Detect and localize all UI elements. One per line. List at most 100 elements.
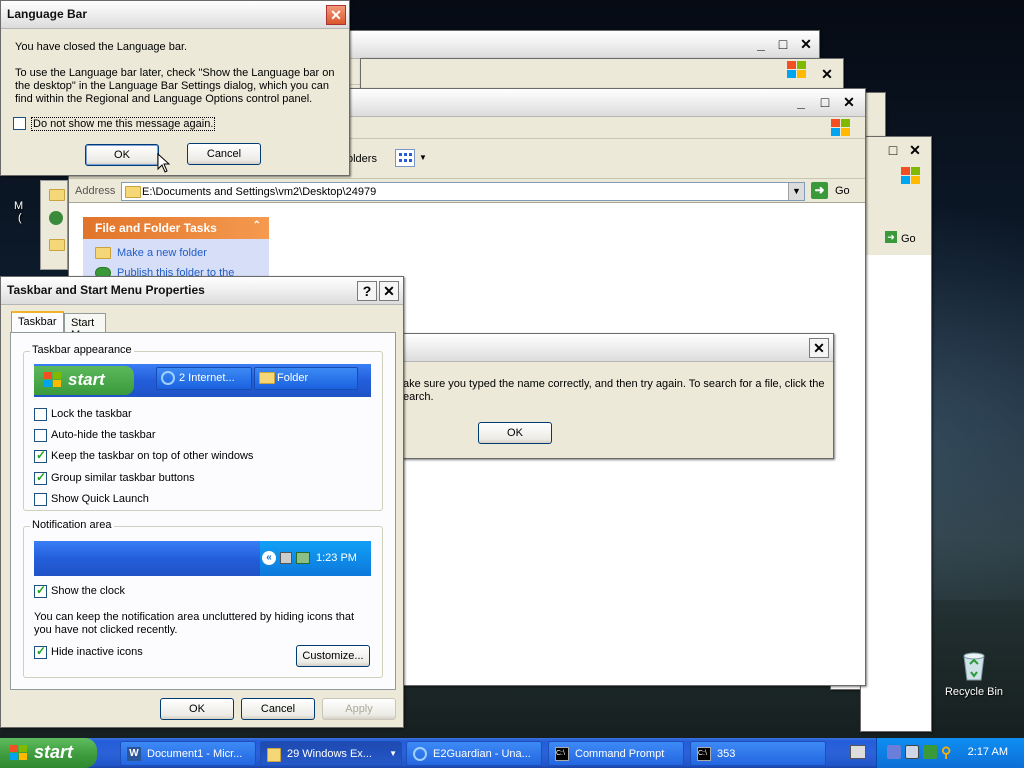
quick-launch-checkbox[interactable]: [34, 493, 47, 506]
keep-on-top-label[interactable]: Keep the taskbar on top of other windows: [51, 450, 253, 462]
file-folder-tasks-title: File and Folder Tasks: [95, 221, 217, 235]
hide-inactive-label[interactable]: Hide inactive icons: [51, 646, 143, 658]
network-icon[interactable]: [887, 745, 901, 759]
close-button[interactable]: ✕: [326, 5, 346, 25]
dont-show-checkbox[interactable]: [13, 117, 26, 130]
lock-taskbar-label[interactable]: Lock the taskbar: [51, 408, 132, 420]
notification-preview: « 1:23 PM: [34, 541, 371, 576]
search-icon[interactable]: ⚲: [941, 745, 955, 759]
address-value: E:\Documents and Settings\vm2\Desktop\24…: [142, 186, 377, 198]
show-hidden-icons-icon: «: [262, 551, 276, 565]
auto-hide-checkbox[interactable]: [34, 429, 47, 442]
windows-logo-icon: [44, 372, 62, 388]
windows-logo-icon: [10, 745, 28, 761]
cancel-button[interactable]: Cancel: [187, 143, 261, 165]
folders-button-label[interactable]: olders: [347, 153, 377, 165]
go-button[interactable]: ➜ Go: [811, 182, 859, 200]
recycle-bin-icon: [963, 652, 985, 681]
maximize-button[interactable]: □: [773, 35, 793, 55]
error-message: ake sure you typed the name correctly, a…: [403, 378, 827, 404]
cancel-button[interactable]: Cancel: [241, 698, 315, 720]
go-arrow-icon: ➜: [811, 182, 828, 199]
explorer-window-back-4: □ ✕ ➜ Go: [860, 136, 932, 732]
help-button[interactable]: ?: [357, 281, 377, 301]
maximize-button[interactable]: □: [883, 141, 903, 161]
close-button[interactable]: ✕: [379, 281, 399, 301]
ie-icon: [161, 371, 175, 385]
address-label: Address: [75, 185, 116, 197]
taskbar-properties-dialog: Taskbar and Start Menu Properties ? ✕ Ta…: [0, 276, 404, 728]
new-folder-icon: [95, 247, 111, 260]
mouse-cursor-icon: [157, 153, 171, 173]
customize-button[interactable]: Customize...: [296, 645, 370, 667]
group-buttons-label[interactable]: Group similar taskbar buttons: [51, 472, 195, 484]
ok-button[interactable]: OK: [85, 144, 159, 166]
views-dropdown-icon[interactable]: ▼: [419, 153, 427, 162]
ok-button[interactable]: OK: [478, 422, 552, 444]
minimize-button[interactable]: _: [791, 93, 811, 113]
quick-launch-label[interactable]: Show Quick Launch: [51, 493, 149, 505]
close-button[interactable]: ✕: [809, 338, 829, 358]
close-button[interactable]: ✕: [796, 35, 816, 55]
preview-folder-label: Folder: [277, 372, 309, 384]
folder-icon: [49, 239, 65, 251]
minimize-button[interactable]: _: [751, 35, 771, 55]
dont-show-label[interactable]: Do not show me this message again.: [31, 117, 216, 131]
taskbar-button-word[interactable]: W Document1 - Micr...: [120, 741, 256, 766]
keep-on-top-checkbox[interactable]: [34, 448, 47, 463]
address-bar: Address E:\Documents and Settings\vm2\De…: [69, 179, 865, 203]
show-clock-checkbox[interactable]: [34, 583, 47, 598]
taskbar-button-e2guardian[interactable]: E2Guardian - Una...: [406, 741, 542, 766]
taskbar-button-label: 29 Windows Ex...: [287, 748, 372, 760]
hide-inactive-checkbox[interactable]: [34, 644, 47, 659]
instructions-message: To use the Language bar later, check "Sh…: [15, 67, 335, 105]
taskbar-button-label: E2Guardian - Una...: [433, 748, 531, 760]
group-title: Notification area: [30, 519, 114, 531]
maximize-button[interactable]: □: [815, 93, 835, 113]
safely-remove-icon[interactable]: [923, 745, 937, 759]
keyboard-icon[interactable]: [850, 745, 866, 759]
folder-icon: [49, 189, 65, 201]
taskbar-button-explorer-group[interactable]: 29 Windows Ex... ▼: [260, 741, 402, 766]
taskbar-button-command-prompt[interactable]: C:\ Command Prompt: [548, 741, 684, 766]
safely-remove-icon: [296, 552, 310, 564]
folder-icon: [267, 748, 281, 762]
start-button[interactable]: start: [0, 738, 97, 768]
closed-message: You have closed the Language bar.: [15, 41, 188, 53]
group-buttons-checkbox[interactable]: [34, 470, 47, 485]
collapse-chevron-icon[interactable]: ⌃: [253, 220, 261, 231]
display-icon[interactable]: [905, 745, 919, 759]
explorer-left-panel: [40, 180, 68, 270]
preview-internet-button: 2 Internet...: [156, 367, 252, 390]
ok-button[interactable]: OK: [160, 698, 234, 720]
preview-internet-label: 2 Internet...: [179, 372, 235, 384]
close-button[interactable]: ✕: [817, 65, 837, 85]
go-label[interactable]: Go: [901, 233, 916, 245]
tab-start-menu[interactable]: Start Menu: [64, 313, 106, 341]
go-arrow-icon: ➜: [885, 231, 897, 243]
lock-taskbar-checkbox[interactable]: [34, 408, 47, 421]
preview-start-label: start: [68, 370, 105, 389]
language-bar-dialog: Language Bar ✕ You have closed the Langu…: [0, 0, 350, 176]
taskbar-button-353[interactable]: C:\ 353: [690, 741, 826, 766]
error-message-line-1: ake sure you typed the name correctly, a…: [403, 378, 825, 390]
recycle-bin[interactable]: Recycle Bin: [944, 650, 1004, 698]
close-button[interactable]: ✕: [905, 141, 925, 161]
windows-flag-icon: [787, 61, 809, 79]
file-folder-tasks-header[interactable]: File and Folder Tasks ⌃: [83, 217, 269, 239]
windows-flag-icon: [901, 167, 923, 185]
clock[interactable]: 2:17 AM: [968, 746, 1008, 758]
window-body: [861, 255, 931, 731]
preview-tray: « 1:23 PM: [260, 541, 371, 576]
taskbar-tab-panel: Taskbar appearance start 2 Internet... F…: [10, 332, 396, 690]
apply-button[interactable]: Apply: [322, 698, 396, 720]
task-make-new-folder[interactable]: Make a new folder: [95, 247, 207, 263]
views-icon[interactable]: [395, 149, 415, 167]
address-dropdown-icon[interactable]: ▼: [788, 183, 804, 200]
show-clock-label[interactable]: Show the clock: [51, 585, 125, 597]
close-button[interactable]: ✕: [839, 93, 859, 113]
tab-taskbar[interactable]: Taskbar: [11, 311, 64, 334]
address-input[interactable]: E:\Documents and Settings\vm2\Desktop\24…: [121, 182, 805, 201]
auto-hide-label[interactable]: Auto-hide the taskbar: [51, 429, 156, 441]
taskbar-appearance-group: Taskbar appearance start 2 Internet... F…: [23, 344, 383, 511]
